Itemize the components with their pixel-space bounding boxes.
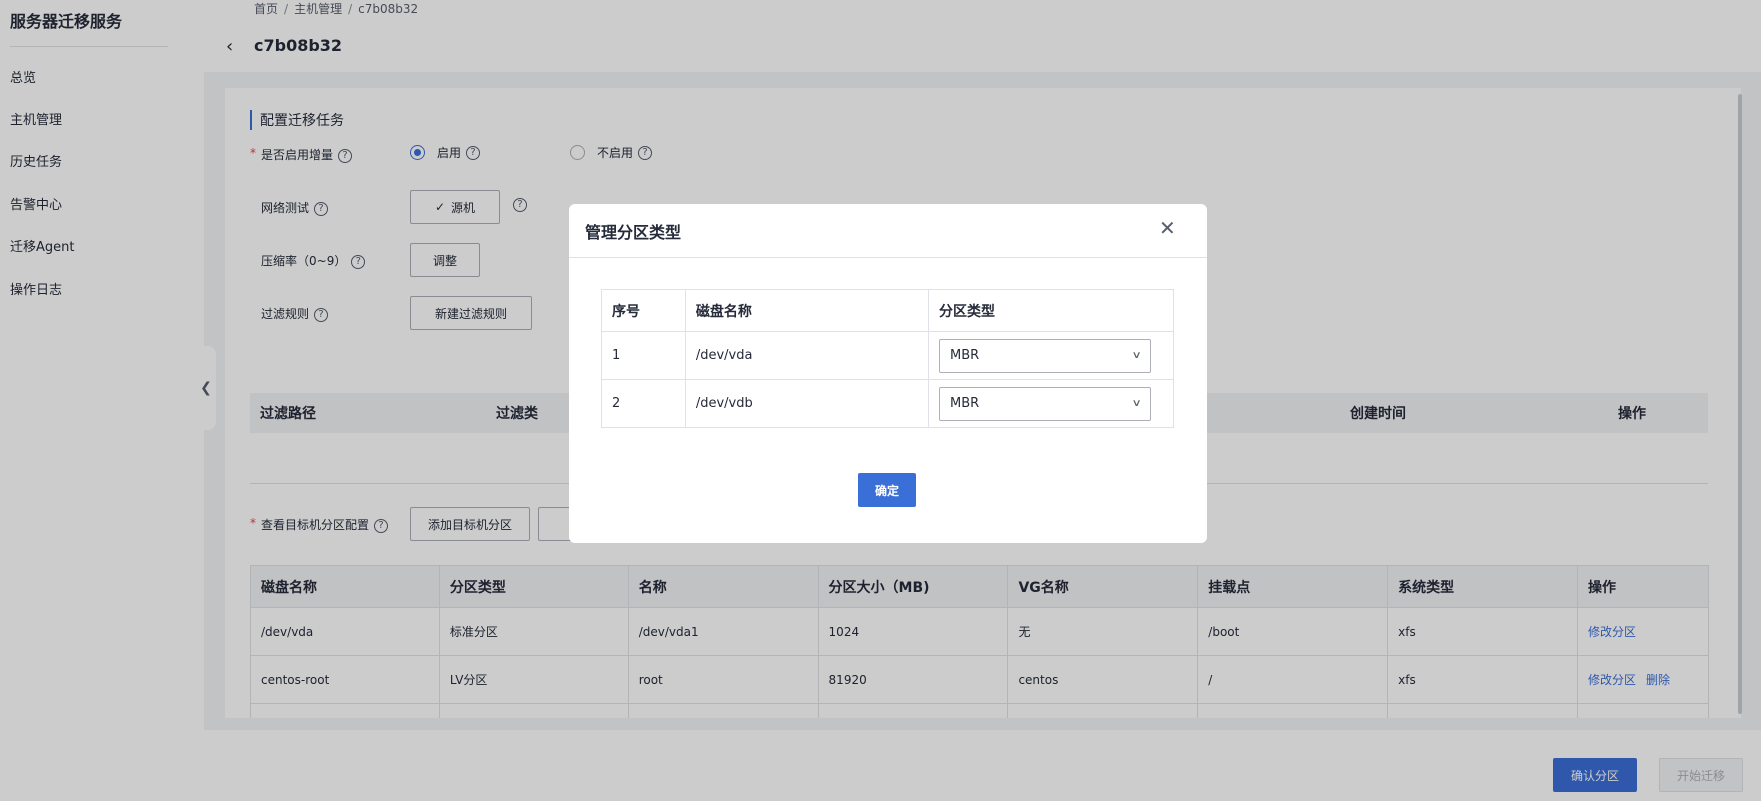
table-row: 1 /dev/vda MBR ∨: [601, 331, 1174, 380]
partition-type-modal: 管理分区类型 ✕ 序号 磁盘名称 分区类型 1 /dev/vda MBR ∨ 2…: [569, 204, 1207, 543]
col-partition-type: 分区类型: [928, 289, 1174, 332]
partition-type-select[interactable]: MBR ∨: [939, 386, 1152, 421]
cell-index: 2: [601, 379, 686, 428]
partition-type-select[interactable]: MBR ∨: [939, 338, 1152, 373]
col-disk-name: 磁盘名称: [684, 289, 930, 332]
partition-type-table: 序号 磁盘名称 分区类型 1 /dev/vda MBR ∨ 2 /dev/vdb: [601, 289, 1174, 428]
select-value: MBR: [950, 396, 980, 411]
chevron-down-icon: ∨: [1131, 350, 1142, 361]
modal-title: 管理分区类型: [585, 223, 682, 242]
close-icon[interactable]: ✕: [1159, 216, 1176, 240]
modal-header: 管理分区类型 ✕: [569, 204, 1207, 258]
table-row: 2 /dev/vdb MBR ∨: [601, 379, 1174, 428]
col-index: 序号: [601, 289, 686, 332]
modal-ok-button[interactable]: 确定: [858, 473, 916, 507]
select-value: MBR: [950, 348, 980, 363]
cell-index: 1: [601, 331, 686, 380]
cell-disk: /dev/vda: [684, 331, 930, 380]
chevron-down-icon: ∨: [1131, 398, 1142, 409]
modal-table-header: 序号 磁盘名称 分区类型: [601, 289, 1174, 332]
cell-disk: /dev/vdb: [684, 379, 930, 428]
